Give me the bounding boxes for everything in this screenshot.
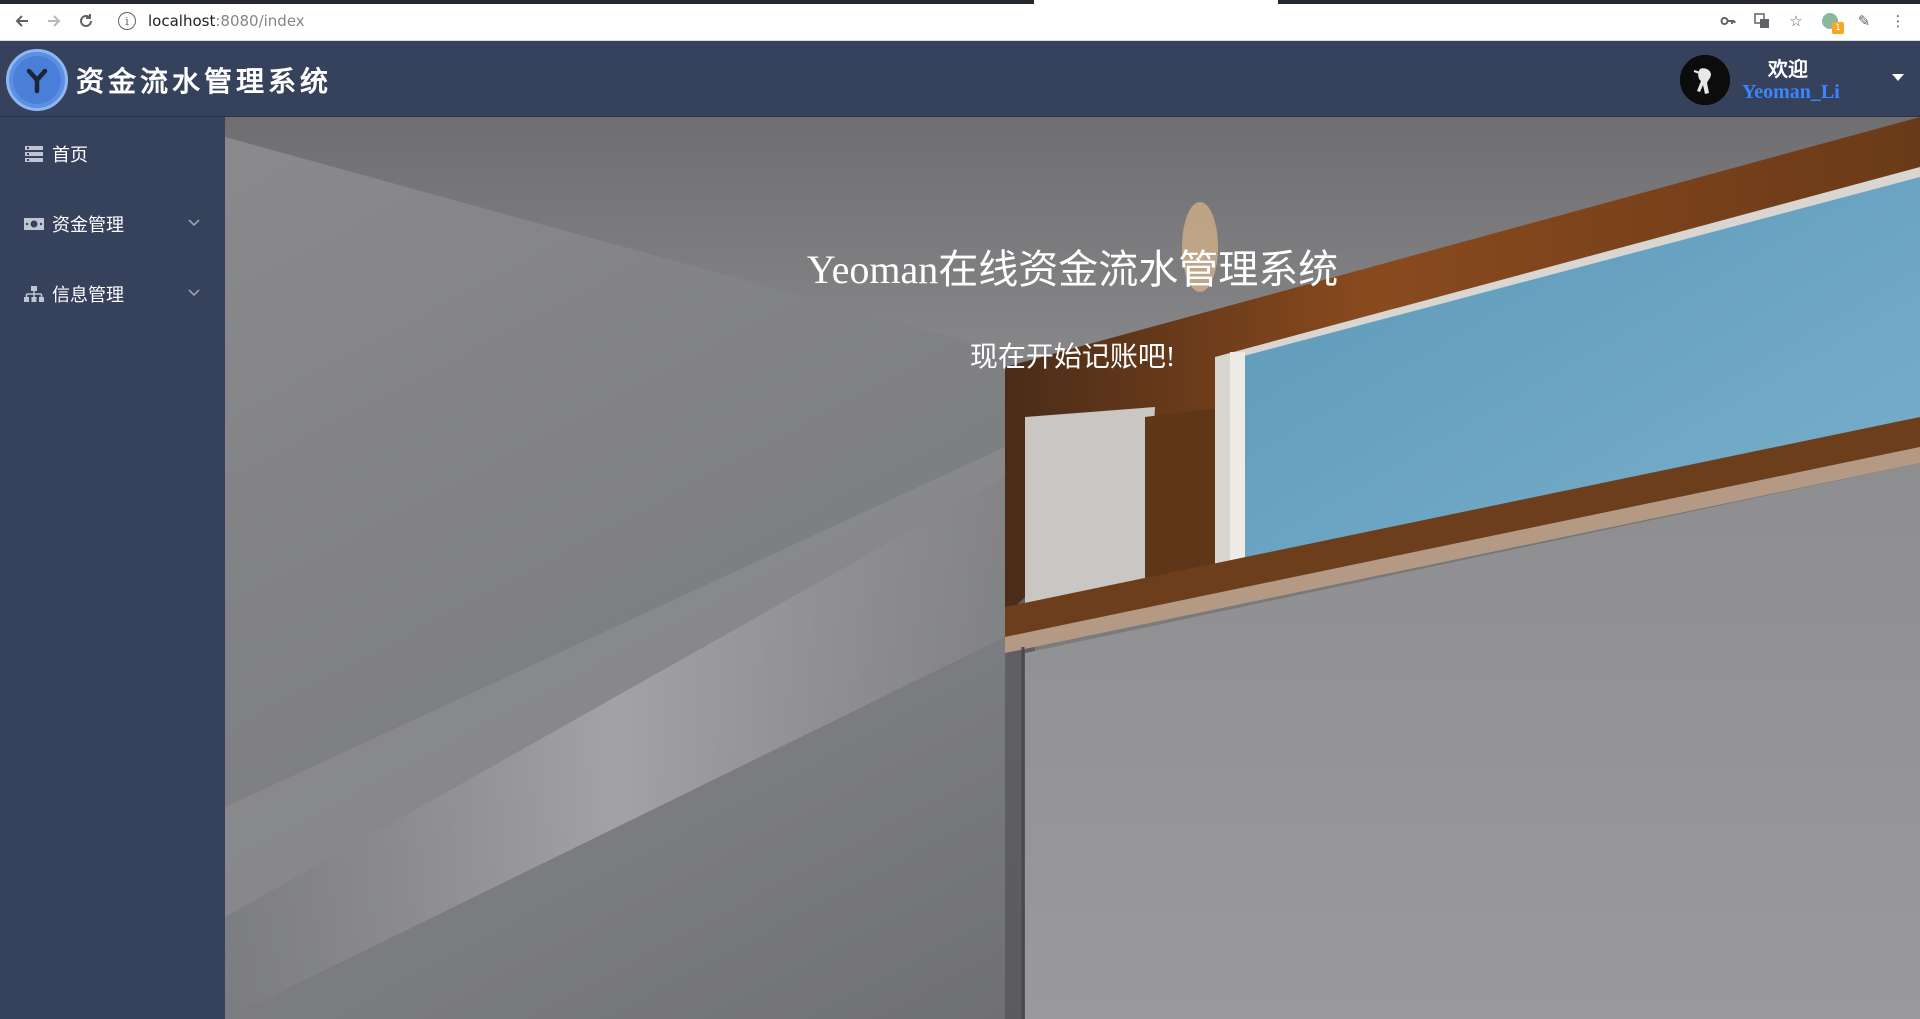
reload-icon[interactable] (72, 8, 100, 34)
chevron-down-icon[interactable] (1892, 74, 1904, 81)
username[interactable]: Yeoman_Li (1742, 81, 1840, 104)
sidebar-item-info-management[interactable]: 信息管理 (0, 266, 225, 322)
sidebar-item-label: 首页 (52, 145, 88, 166)
main-content: Yeoman在线资金流水管理系统 现在开始记账吧! (225, 117, 1920, 1019)
url-path: :8080/index (215, 12, 305, 30)
extension-badge-count: 1 (1832, 22, 1844, 34)
hero-title: Yeoman在线资金流水管理系统 (806, 247, 1339, 292)
chevron-down-icon[interactable] (187, 286, 201, 300)
user-menu[interactable]: 欢迎 Yeoman_Li (1680, 41, 1920, 117)
sidebar-item-home[interactable]: 首页 (0, 126, 225, 182)
key-icon[interactable] (1718, 11, 1738, 31)
app-header: 资金流水管理系统 欢迎 Yeoman_Li (0, 41, 1920, 117)
url-host: localhost (148, 12, 216, 30)
address-bar[interactable]: i localhost:8080/index (108, 8, 1686, 34)
hero-subtitle: 现在开始记账吧! (969, 342, 1176, 373)
site-info-icon[interactable]: i (118, 12, 136, 30)
active-tab[interactable] (1034, 0, 1278, 4)
app-logo[interactable] (6, 49, 68, 111)
sidebar-item-fund-management[interactable]: 资金管理 (0, 196, 225, 252)
app-title: 资金流水管理系统 (76, 65, 333, 98)
sidebar: 首页 资金管理 信息管理 (0, 117, 225, 1019)
browser-actions: ☆ 1 ✎ ⋮ (1718, 8, 1908, 34)
back-icon[interactable] (8, 8, 36, 34)
translate-icon[interactable] (1752, 11, 1772, 31)
forward-icon[interactable] (40, 8, 68, 34)
star-icon[interactable]: ☆ (1786, 11, 1806, 31)
money-icon (22, 212, 46, 236)
chevron-down-icon[interactable] (187, 216, 201, 230)
pen-extension-icon[interactable]: ✎ (1854, 11, 1874, 31)
extension-icon[interactable]: 1 (1820, 11, 1844, 34)
logo-mark (13, 56, 61, 104)
server-icon (22, 142, 46, 166)
sidebar-item-label: 信息管理 (52, 285, 124, 306)
avatar[interactable] (1680, 55, 1730, 105)
menu-dots-icon[interactable]: ⋮ (1888, 11, 1908, 31)
tab-strip (0, 0, 1920, 4)
sidebar-item-label: 资金管理 (52, 215, 124, 236)
sitemap-icon (22, 282, 46, 306)
welcome-label: 欢迎 (1768, 57, 1808, 81)
browser-toolbar: i localhost:8080/index ☆ 1 ✎ ⋮ (0, 0, 1920, 41)
